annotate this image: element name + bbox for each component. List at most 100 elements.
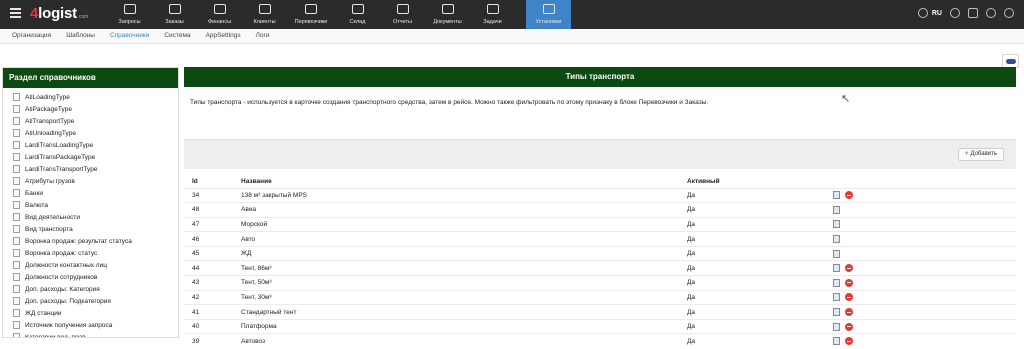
row-id: 41: [184, 304, 241, 320]
top-bar: 4logist.com Запросы Заказы Финансы Клиенты П…: [0, 0, 1024, 29]
page-title: Типы транспорта: [184, 67, 1016, 87]
plus-icon: +: [964, 151, 969, 157]
table-row[interactable]: 48 Авиа Да: [184, 202, 1016, 218]
edit-icon[interactable]: [833, 235, 840, 244]
nav-item-0[interactable]: Запросы: [107, 0, 152, 29]
column-header-name[interactable]: Название: [241, 176, 687, 188]
edit-icon[interactable]: [833, 191, 840, 200]
nav-item-4[interactable]: Перевозчики: [287, 0, 335, 29]
nav-item-3[interactable]: Клиенты: [242, 0, 287, 29]
delete-icon[interactable]: [845, 278, 853, 287]
document-icon: [13, 141, 20, 149]
table-row[interactable]: 46 Авто Да: [184, 231, 1016, 247]
column-header-active[interactable]: Активный: [687, 176, 833, 188]
row-name: Стандартный тент: [241, 304, 687, 320]
table-row[interactable]: 34 138 м³ закрытый MPS Да: [184, 187, 1016, 203]
nav-item-label: Отчеты: [392, 19, 412, 25]
bell-icon[interactable]: [986, 8, 996, 18]
edit-icon[interactable]: [833, 220, 840, 229]
table-row[interactable]: 44 Тент, 86м³ Да: [184, 260, 1016, 276]
sidebar-item[interactable]: Вид транспорта: [3, 223, 178, 235]
delete-icon[interactable]: [845, 308, 853, 317]
page-description: Типы транспорта - используется в карточк…: [190, 99, 709, 106]
edit-icon[interactable]: [833, 322, 840, 331]
row-id: 44: [184, 260, 241, 276]
sidebar-item[interactable]: Валюта: [3, 199, 178, 211]
nav-item-2[interactable]: Финансы: [197, 0, 242, 29]
user-icon[interactable]: [950, 8, 960, 18]
row-actions: [833, 275, 1016, 291]
add-button[interactable]: + Добавить: [957, 148, 1004, 161]
sidebar-item[interactable]: AtiLoadingType: [3, 91, 178, 103]
subnav-item-0[interactable]: Организация: [12, 29, 51, 43]
menu-icon[interactable]: [10, 8, 21, 18]
reference-sidebar: Раздел справочников AtiLoadingType AtiPac…: [2, 67, 179, 338]
subnav-item-2[interactable]: Справочники: [110, 29, 149, 43]
sidebar-item-label: AtiUnloadingType: [25, 129, 76, 137]
table-row[interactable]: 47 Морской Да: [184, 216, 1016, 232]
row-actions: [833, 216, 1016, 232]
language-switch[interactable]: RU: [932, 10, 942, 17]
sidebar-item[interactable]: Доп. расходы: Категория: [3, 283, 178, 295]
delete-icon[interactable]: [845, 264, 853, 273]
sidebar-item[interactable]: Доп. расходы: Подкатегория: [3, 295, 178, 307]
power-icon[interactable]: [1004, 8, 1014, 18]
subnav-item-3[interactable]: Система: [164, 29, 190, 43]
sidebar-item[interactable]: AtiPackageType: [3, 103, 178, 115]
nav-item-5[interactable]: Склад: [335, 0, 380, 29]
sidebar-item[interactable]: Должности контактных лиц: [3, 259, 178, 271]
edit-icon[interactable]: [833, 249, 840, 258]
sidebar-item[interactable]: LardiTransTransportType: [3, 163, 178, 175]
document-icon: [13, 333, 20, 337]
table-row[interactable]: 45 ЖД Да: [184, 245, 1016, 261]
row-actions: [833, 289, 1016, 305]
sidebar-item[interactable]: Воронка продаж: результат статуса: [3, 235, 178, 247]
sidebar-item[interactable]: Банки: [3, 187, 178, 199]
edit-icon[interactable]: [833, 308, 840, 317]
sidebar-item[interactable]: LardiTransLoadingType: [3, 139, 178, 151]
delete-icon[interactable]: [845, 191, 853, 200]
delete-icon[interactable]: [845, 337, 853, 346]
nav-item-8[interactable]: Задачи: [470, 0, 515, 29]
table-row[interactable]: 40 Платформа Да: [184, 318, 1016, 334]
document-icon: [13, 165, 20, 173]
table-row[interactable]: 43 Тент, 50м³ Да: [184, 275, 1016, 291]
row-id: 46: [184, 231, 241, 247]
notes-icon[interactable]: [968, 8, 978, 18]
row-name: Тент, 86м³: [241, 260, 687, 276]
edit-icon[interactable]: [833, 205, 840, 214]
nav-item-7[interactable]: Документы: [425, 0, 470, 29]
edit-icon[interactable]: [833, 278, 840, 287]
table-row[interactable]: 42 Тент, 30м³ Да: [184, 289, 1016, 305]
sidebar-item[interactable]: Атрибуты грузов: [3, 175, 178, 187]
column-header-id[interactable]: Id: [184, 176, 241, 188]
table-row[interactable]: 39 Автовоз Да: [184, 333, 1016, 349]
sidebar-item[interactable]: ЖД станции: [3, 307, 178, 319]
nav-item-1[interactable]: Заказы: [152, 0, 197, 29]
row-actions: [833, 333, 1016, 349]
sidebar-item[interactable]: AtiTransportType: [3, 115, 178, 127]
subnav-item-1[interactable]: Шаблоны: [66, 29, 95, 43]
nav-item-9[interactable]: Установки: [526, 0, 571, 29]
table-row[interactable]: 41 Стандартный тент Да: [184, 304, 1016, 320]
subnav-item-4[interactable]: AppSettings: [206, 29, 241, 43]
row-active: Да: [687, 231, 833, 247]
sidebar-item[interactable]: Вид деятельности: [3, 211, 178, 223]
subnav-item-5[interactable]: Логи: [256, 29, 270, 43]
sidebar-item[interactable]: Источник получения запроса: [3, 319, 178, 331]
sidebar-item[interactable]: Категории вод. прав: [3, 331, 178, 337]
sidebar-item-label: LardiTransTransportType: [25, 165, 98, 173]
nav-item-6[interactable]: Отчеты: [380, 0, 425, 29]
sidebar-item[interactable]: AtiUnloadingType: [3, 127, 178, 139]
logo[interactable]: 4logist.com: [30, 5, 88, 22]
sidebar-item[interactable]: Воронка продаж: статус: [3, 247, 178, 259]
edit-icon[interactable]: [833, 337, 840, 346]
sidebar-item[interactable]: LardiTransPackageType: [3, 151, 178, 163]
assistant-icon[interactable]: [1002, 54, 1019, 68]
sidebar-item[interactable]: Должности сотрудников: [3, 271, 178, 283]
delete-icon[interactable]: [845, 293, 853, 302]
globe-icon[interactable]: [917, 8, 928, 18]
delete-icon[interactable]: [845, 322, 853, 331]
edit-icon[interactable]: [833, 293, 840, 302]
edit-icon[interactable]: [833, 264, 840, 273]
